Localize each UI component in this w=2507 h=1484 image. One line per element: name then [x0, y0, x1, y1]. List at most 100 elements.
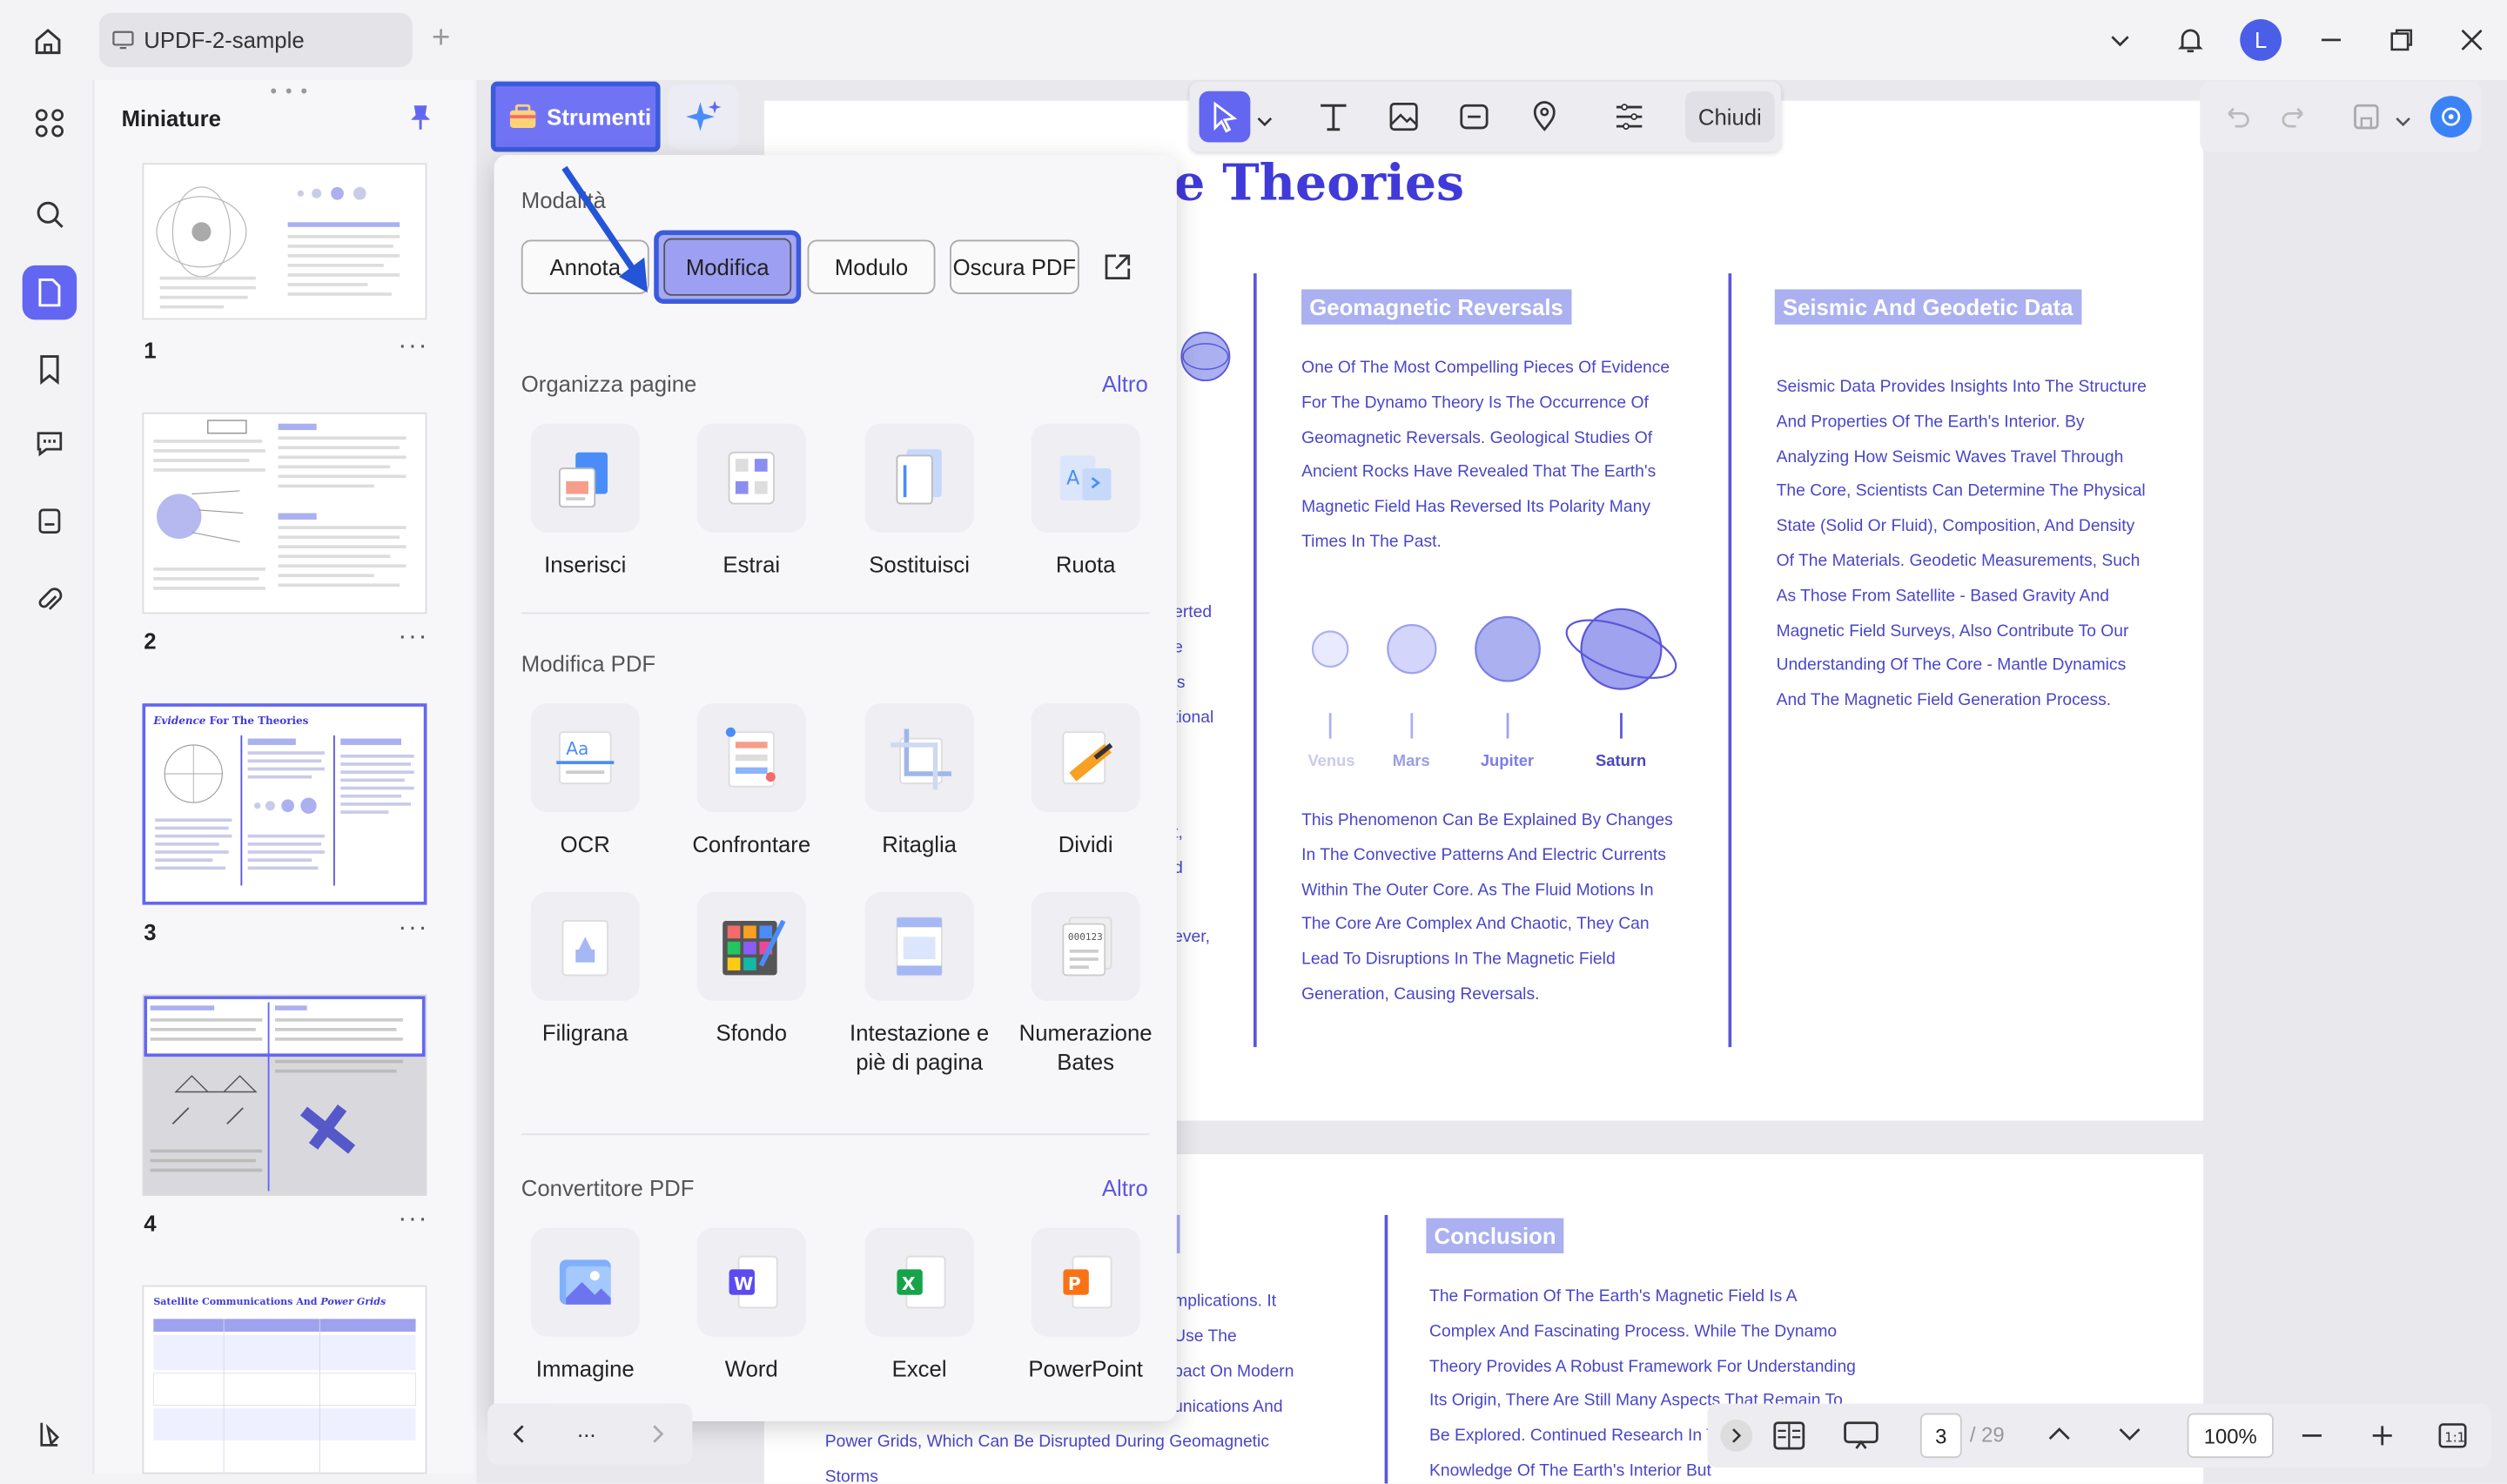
tool-label: OCR: [560, 831, 610, 857]
layers-icon[interactable]: [23, 1407, 77, 1460]
select-cursor-icon[interactable]: [1199, 91, 1251, 143]
more-options-icon[interactable]: ···: [398, 332, 428, 361]
excel-icon: X: [864, 1227, 974, 1337]
thumbnails-panel: • • • Miniature 1 ··· 2 ··· Evidence For…: [92, 79, 474, 1474]
attachment-icon[interactable]: [23, 573, 77, 627]
fragment-text: Use The: [1173, 1326, 1237, 1346]
split-icon: [1031, 703, 1140, 813]
tool-sostituisci[interactable]: Sostituisci: [837, 423, 1003, 580]
user-avatar[interactable]: L: [2226, 0, 2296, 80]
page-number-input[interactable]: 3: [1919, 1413, 1962, 1459]
chevron-right-icon[interactable]: [648, 1423, 667, 1454]
close-window-icon[interactable]: [2436, 0, 2507, 80]
rotate-icon: A: [1031, 423, 1140, 533]
mode-modifica-button[interactable]: Modifica: [654, 230, 802, 304]
comments-icon[interactable]: [23, 416, 77, 470]
restore-icon[interactable]: [2366, 0, 2436, 80]
bookmark-icon[interactable]: [23, 342, 77, 396]
ellipsis-button[interactable]: ...: [577, 1416, 595, 1441]
more-options-icon[interactable]: ···: [398, 623, 428, 652]
thumbnails-icon[interactable]: [22, 265, 77, 320]
document-tab[interactable]: UPDF-2-sample: [98, 12, 413, 68]
tool-estrai[interactable]: Estrai: [669, 423, 835, 580]
zoom-out-icon[interactable]: [2299, 1423, 2324, 1457]
tool-powerpoint[interactable]: P PowerPoint: [1003, 1227, 1169, 1384]
ai-sparkle-button[interactable]: [668, 84, 739, 149]
text-tool-icon[interactable]: [1307, 91, 1359, 143]
planet-label-jupiter: Jupiter: [1480, 753, 1535, 771]
tool-intestazione[interactable]: Intestazione e piè di pagina: [837, 891, 1003, 1076]
thumbnail-preview: [153, 420, 407, 590]
pin-icon[interactable]: [407, 103, 433, 131]
convert-more-link[interactable]: Altro: [1102, 1175, 1148, 1200]
thumbnail-preview: [156, 186, 400, 309]
resize-handle[interactable]: • • •: [270, 80, 309, 103]
mode-modulo-button[interactable]: Modulo: [807, 239, 936, 294]
history-toolbar: [2200, 81, 2482, 152]
close-edit-button[interactable]: Chiudi: [1684, 91, 1775, 143]
home-icon[interactable]: [25, 19, 70, 64]
more-options-icon[interactable]: ···: [398, 1205, 428, 1234]
more-options-icon[interactable]: ···: [398, 915, 428, 943]
save-icon[interactable]: [2350, 101, 2383, 141]
presentation-icon[interactable]: [1842, 1420, 1880, 1460]
tool-label: Confrontare: [692, 831, 811, 857]
tool-dividi[interactable]: Dividi: [1003, 703, 1169, 859]
search-icon[interactable]: [23, 187, 77, 241]
tool-numerazione-bates[interactable]: 000123 Numerazione Bates: [1003, 891, 1169, 1076]
svg-text:Aa: Aa: [566, 738, 588, 759]
tool-ocr[interactable]: Aa OCR: [502, 703, 669, 859]
chevron-down-icon[interactable]: [2085, 0, 2155, 80]
collapse-bar-icon[interactable]: [1720, 1420, 1753, 1452]
edit-toolbar: Chiudi: [1189, 81, 1782, 152]
edit-heading: Modifica PDF: [521, 650, 656, 676]
page-layout-icon[interactable]: [1771, 1420, 1806, 1460]
image-tool-icon[interactable]: [1378, 91, 1429, 143]
tool-ritaglia[interactable]: Ritaglia: [837, 703, 1003, 859]
undo-icon[interactable]: [2219, 101, 2251, 141]
external-link-icon[interactable]: [1102, 251, 1134, 291]
organize-more-link[interactable]: Altro: [1102, 371, 1148, 396]
page-thumbnail-3[interactable]: Evidence For The Theories: [142, 703, 427, 905]
tool-confrontare[interactable]: Confrontare: [669, 703, 835, 859]
previous-page-icon[interactable]: [2047, 1423, 2072, 1454]
mode-oscura-button[interactable]: Oscura PDF: [950, 239, 1079, 294]
svg-text:000123: 000123: [1068, 931, 1103, 943]
minimize-icon[interactable]: [2296, 0, 2367, 80]
chevron-down-icon[interactable]: [2395, 109, 2410, 138]
tool-filigrana[interactable]: Filigrana: [502, 891, 669, 1048]
tool-immagine[interactable]: Immagine: [502, 1227, 669, 1384]
zoom-in-icon[interactable]: [2369, 1423, 2395, 1457]
tool-inserisci[interactable]: Inserisci: [502, 423, 669, 580]
actual-size-icon[interactable]: 1:1: [2436, 1420, 2469, 1460]
page-thumbnail-2[interactable]: [142, 412, 427, 614]
tool-sfondo[interactable]: Sfondo: [669, 891, 835, 1048]
page-thumbnail-4[interactable]: [142, 994, 427, 1196]
chevron-down-icon[interactable]: [1257, 109, 1273, 138]
chevron-left-icon[interactable]: [510, 1423, 529, 1454]
strumenti-button[interactable]: Strumenti: [490, 81, 661, 152]
redo-icon[interactable]: [2280, 101, 2312, 141]
tool-ruota[interactable]: A Ruota: [1003, 423, 1169, 580]
location-tool-icon[interactable]: [1519, 91, 1570, 143]
strumenti-label: Strumenti: [547, 104, 652, 130]
stamp-icon[interactable]: [23, 494, 77, 548]
convert-heading: Convertitore PDF: [521, 1175, 695, 1201]
grid-view-icon[interactable]: [23, 96, 77, 150]
link-tool-icon[interactable]: [1448, 91, 1500, 143]
svg-text:A: A: [1066, 468, 1079, 490]
page-thumbnail-5[interactable]: Satellite Communications And Power Grids: [142, 1285, 427, 1474]
bell-icon[interactable]: [2155, 0, 2226, 80]
tool-word[interactable]: W Word: [669, 1227, 835, 1384]
page-thumbnail-1[interactable]: [142, 163, 427, 320]
insert-icon: [530, 423, 640, 533]
new-tab-icon[interactable]: +: [432, 23, 450, 55]
thumbnail-preview: [155, 735, 414, 886]
fragment-text: mplications. It: [1173, 1292, 1277, 1312]
next-page-icon[interactable]: [2117, 1423, 2142, 1454]
phenomenon-paragraph: This Phenomenon Can Be Explained By Chan…: [1301, 810, 1673, 1004]
zoom-level[interactable]: 100%: [2187, 1413, 2274, 1459]
settings-sliders-icon[interactable]: [1603, 91, 1655, 143]
ai-assistant-icon[interactable]: [2430, 96, 2472, 138]
tool-excel[interactable]: X Excel: [837, 1227, 1003, 1384]
